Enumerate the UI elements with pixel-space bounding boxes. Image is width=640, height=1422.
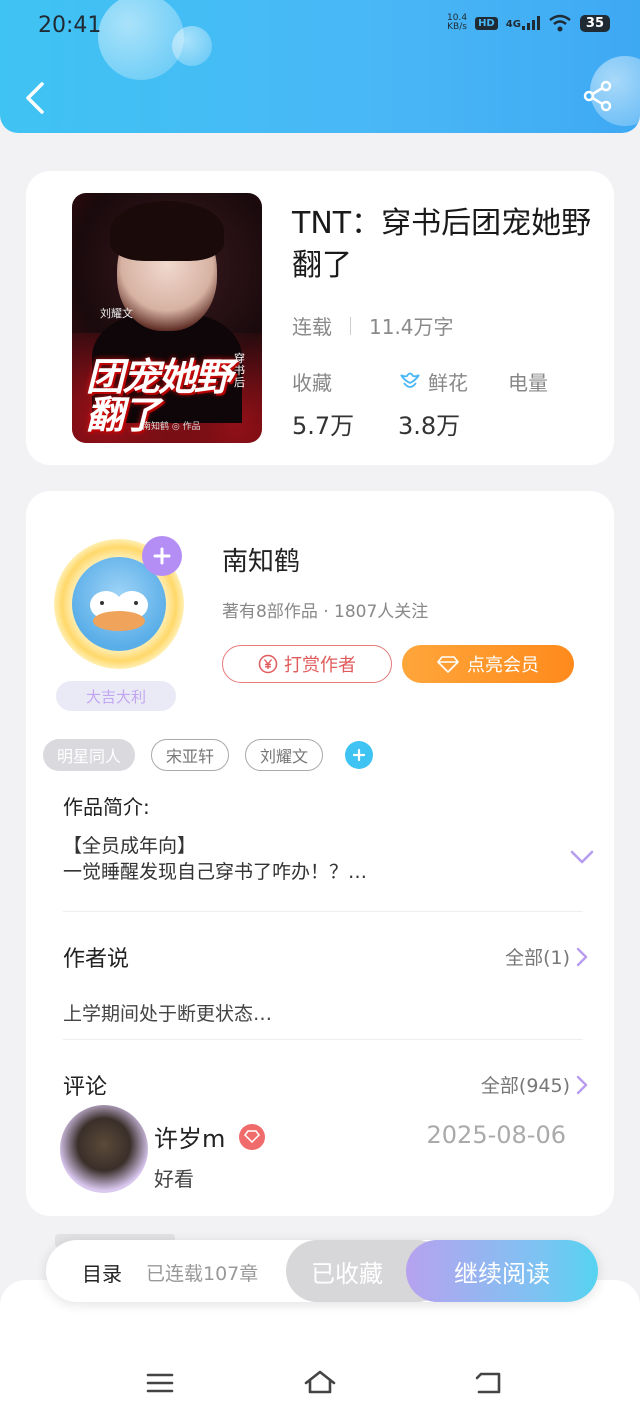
add-tag-button[interactable]	[345, 741, 374, 769]
tag-list: 明星同人 宋亚轩 刘耀文	[43, 739, 374, 771]
continue-reading-button[interactable]: 继续阅读	[406, 1240, 598, 1302]
intro-line-1: 【全员成年向】	[63, 835, 197, 857]
vip-diamond-icon	[239, 1123, 266, 1150]
wifi-icon	[549, 14, 571, 32]
battery-icon: 35	[579, 14, 610, 32]
share-button[interactable]	[582, 80, 618, 116]
net-speed-unit: KB/s	[447, 22, 467, 32]
signal-label: 4G	[505, 19, 521, 30]
header-bar: 20:41 10.4 KB/s HD 4G 35	[0, 0, 640, 133]
chevron-left-icon	[26, 82, 44, 114]
cover-star-name: 刘耀文	[100, 307, 133, 320]
yen-coin-icon	[258, 654, 278, 674]
author-says-label: 作者说	[63, 947, 130, 972]
book-info-card: 刘耀文 团宠她野翻了 穿书后 南知鹤 ◎ 作品 TNT：穿书后团宠她野翻了 连载…	[26, 171, 614, 465]
chevron-down-icon	[570, 850, 594, 864]
divider	[63, 911, 583, 912]
activate-vip-label: 点亮会员	[467, 655, 539, 676]
cover-side-text: 穿书后	[234, 352, 245, 389]
chevron-right-icon	[576, 947, 588, 966]
book-cover[interactable]: 刘耀文 团宠她野翻了 穿书后 南知鹤 ◎ 作品	[72, 193, 262, 443]
tag-item[interactable]: 刘耀文	[245, 739, 324, 771]
cover-figure-hair	[110, 201, 224, 261]
chapter-count[interactable]: 已连载107章	[146, 1259, 258, 1286]
status-time: 20:41	[38, 13, 102, 38]
comment-date: 2025-08-06	[426, 1121, 566, 1149]
stat-flower-value: 3.8万	[398, 412, 461, 440]
decor-bubble	[172, 26, 212, 66]
continue-reading-label: 继续阅读	[454, 1259, 550, 1288]
home-nav-button[interactable]	[300, 1366, 340, 1400]
meta-divider	[350, 316, 351, 335]
signal-icon: 4G	[506, 16, 540, 30]
book-title: TNT：穿书后团宠她野翻了	[292, 206, 592, 283]
intro-label: 作品简介:	[63, 795, 150, 819]
comments-more[interactable]: 全部(945)	[481, 1071, 588, 1098]
stat-collect: 收藏 5.7万	[292, 367, 354, 441]
comments-label: 评论	[63, 1075, 108, 1100]
tag-item[interactable]: 明星同人	[43, 739, 136, 771]
activate-vip-button[interactable]: 点亮会员	[402, 645, 574, 683]
stat-power-label: 电量	[508, 371, 548, 395]
share-icon	[583, 80, 612, 112]
menu-nav-button[interactable]	[140, 1366, 180, 1400]
expand-intro-button[interactable]	[570, 849, 594, 868]
tip-author-button[interactable]: 打赏作者	[222, 645, 392, 683]
diamond-icon	[437, 656, 459, 673]
book-word-count: 11.4万字	[369, 315, 454, 339]
author-badge: 大吉大利	[56, 681, 176, 711]
home-icon	[304, 1370, 336, 1394]
menu-icon	[146, 1373, 174, 1393]
author-says-more[interactable]: 全部(1)	[505, 943, 588, 970]
comment-text[interactable]: 好看	[154, 1163, 194, 1192]
stat-power[interactable]: 电量	[508, 367, 548, 406]
action-bar: 目录 已连载107章 已收藏 继续阅读	[46, 1240, 598, 1302]
flower-icon	[400, 372, 420, 388]
stat-flower-label: 鲜花	[428, 371, 468, 395]
stat-collect-label: 收藏	[292, 371, 332, 395]
tag-item[interactable]: 宋亚轩	[151, 739, 230, 771]
comment-user-avatar[interactable]	[60, 1105, 148, 1193]
collected-label: 已收藏	[311, 1259, 383, 1288]
plus-icon	[153, 547, 171, 565]
follow-author-button[interactable]	[142, 536, 182, 576]
comment-user-name: 许岁m	[154, 1125, 226, 1153]
comment-user[interactable]: 许岁m	[154, 1119, 266, 1154]
author-stats: 著有8部作品 · 1807人关注	[222, 602, 429, 622]
author-says-more-label: 全部(1)	[505, 947, 570, 969]
intro-line-2: 一觉睡醒发现自己穿书了咋办！？…	[63, 861, 368, 883]
stat-collect-value: 5.7万	[292, 412, 355, 440]
back-button[interactable]	[18, 78, 52, 118]
book-meta: 连载 11.4万字	[292, 311, 454, 340]
back-icon	[475, 1372, 501, 1394]
cover-author: 南知鹤 ◎ 作品	[142, 422, 201, 432]
chevron-right-icon	[576, 1075, 588, 1094]
system-nav-bar	[0, 1350, 640, 1422]
divider	[63, 1039, 583, 1040]
status-icons: 10.4 KB/s HD 4G 35	[447, 14, 610, 32]
hd-icon: HD	[475, 16, 498, 30]
tip-author-label: 打赏作者	[284, 655, 356, 676]
net-speed: 10.4 KB/s	[447, 14, 467, 32]
book-status: 连载	[292, 315, 332, 339]
author-name[interactable]: 南知鹤	[222, 541, 300, 578]
decor-bubble	[98, 0, 184, 80]
author-says-text[interactable]: 上学期间处于断更状态…	[63, 999, 272, 1026]
plus-icon	[352, 748, 366, 762]
author-card: 大吉大利 南知鹤 著有8部作品 · 1807人关注 打赏作者 点亮会员 明星同人…	[26, 491, 614, 1216]
comments-more-label: 全部(945)	[480, 1075, 570, 1097]
toc-button[interactable]: 目录	[82, 1258, 122, 1287]
intro-text[interactable]: 【全员成年向】 一觉睡醒发现自己穿书了咋办！？…	[63, 833, 533, 885]
back-nav-button[interactable]	[468, 1366, 508, 1400]
stat-flower[interactable]: 鲜花 3.8万	[398, 367, 468, 441]
